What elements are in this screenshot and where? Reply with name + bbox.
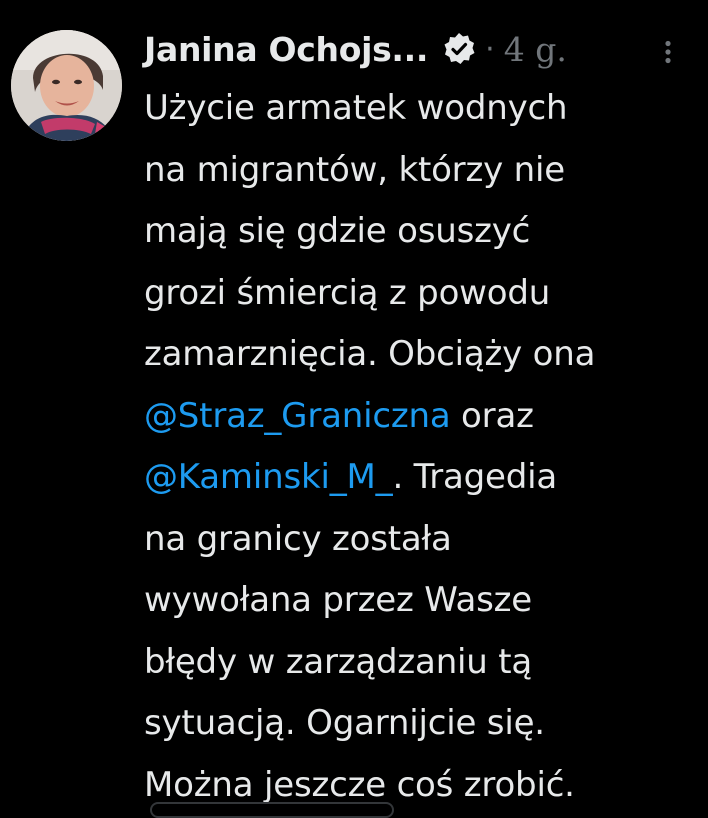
author-name[interactable]: Janina Ochojs... — [144, 30, 428, 69]
tweet-text-fragment: oraz — [450, 395, 534, 436]
tweet-text-line: na migrantów, którzy nie — [144, 149, 565, 190]
tweet-text-line: zamarznięcia. Obciąży ona — [144, 334, 596, 374]
more-vertical-icon[interactable] — [662, 40, 674, 64]
mention-link-straz-graniczna[interactable]: @Straz_Graniczna — [144, 396, 451, 436]
avatar[interactable] — [11, 30, 122, 141]
tweet-header: Janina Ochojs... · 4 g. — [144, 24, 567, 74]
separator-dot: · — [485, 31, 495, 67]
truncated-card-edge — [150, 802, 394, 818]
tweet-text-line: na granicy została — [144, 518, 452, 559]
tweet-text-line: sytuacją. Ogarnijcie się. — [144, 703, 545, 743]
tweet[interactable]: Janina Ochojs... · 4 g. Użycie armatek w… — [0, 0, 708, 818]
tweet-text-line: grozi śmiercią z powodu — [144, 272, 551, 313]
verified-badge-icon — [442, 32, 476, 66]
tweet-text-fragment: . Tragedia — [392, 457, 558, 497]
tweet-text: Użycie armatek wodnych na migrantów, któ… — [144, 78, 699, 816]
tweet-text-line: @Kaminski_M_. Tragedia — [144, 447, 699, 509]
tweet-text-line: @Straz_Graniczna oraz — [144, 386, 699, 448]
tweet-text-line: mają się gdzie osuszyć — [144, 211, 531, 251]
tweet-text-line: Użycie armatek wodnych — [144, 88, 568, 128]
tweet-text-line: błędy w zarządzaniu tą — [144, 641, 533, 682]
tweet-text-line: wywołana przez Wasze — [144, 580, 532, 620]
timestamp[interactable]: 4 g. — [504, 30, 567, 69]
avatar-photo — [11, 30, 122, 141]
mention-link-kaminski-m[interactable]: @Kaminski_M_ — [144, 457, 393, 497]
